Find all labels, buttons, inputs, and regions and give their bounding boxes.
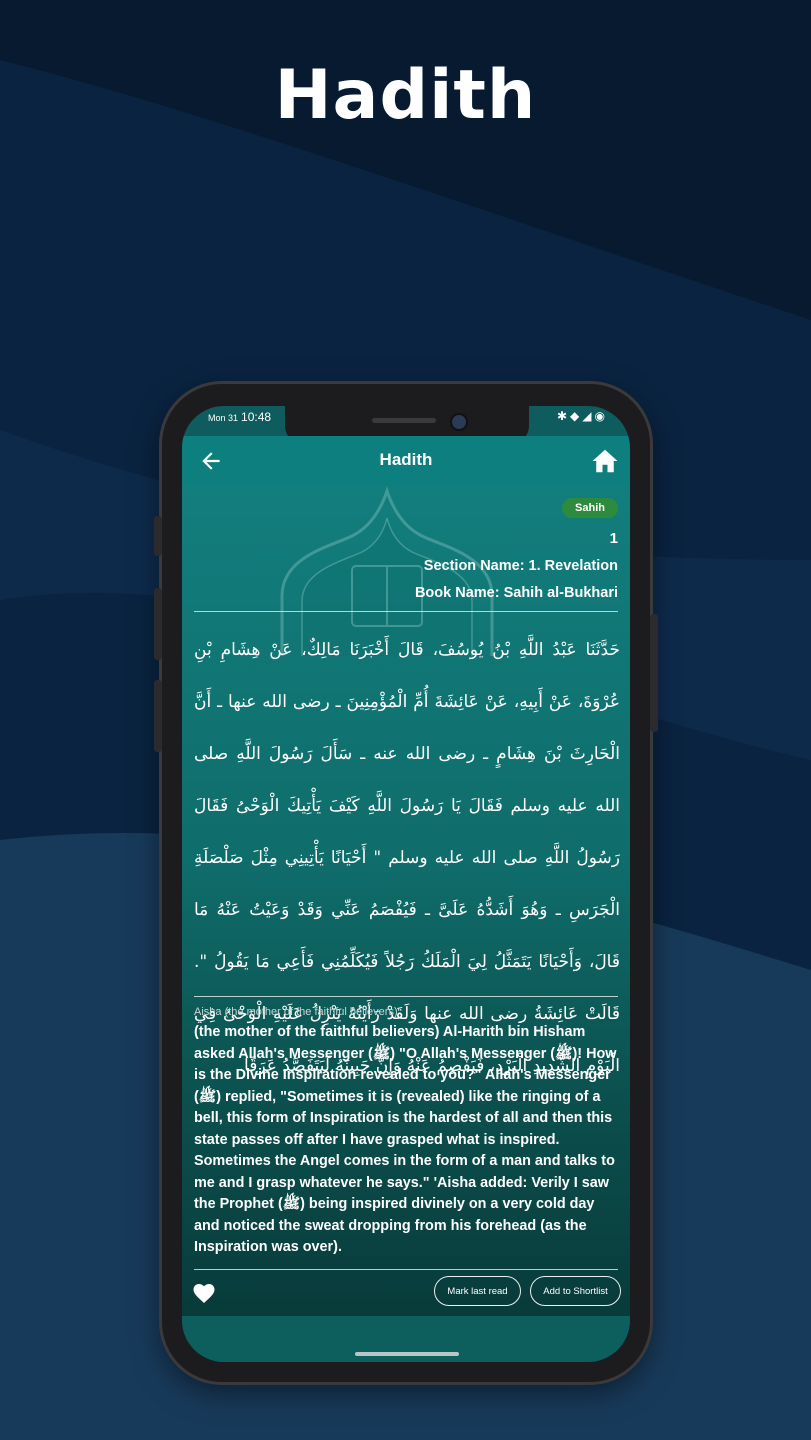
grade-badge: Sahih xyxy=(562,498,618,518)
app-bar-title: Hadith xyxy=(379,450,433,469)
book-name: Book Name: Sahih al-Bukhari xyxy=(414,585,618,601)
phone-frame: Mon 31 10:48 ✱◆◢◉ Hadith Sahih 1 Section… xyxy=(154,384,658,1382)
phone-power-button xyxy=(650,614,658,732)
speaker-grille xyxy=(372,418,436,423)
front-camera xyxy=(450,413,468,431)
add-to-shortlist-button[interactable]: Add to Shortlist xyxy=(530,1276,621,1306)
divider-bottom xyxy=(194,1269,618,1270)
home-icon[interactable] xyxy=(590,446,620,476)
app-bar: Hadith xyxy=(182,436,630,486)
status-time: 10:48 xyxy=(241,410,272,424)
status-day: Mon 31 xyxy=(208,413,239,423)
phone-volume-up xyxy=(154,588,162,660)
status-clock: Mon 31 10:48 xyxy=(208,410,271,424)
home-indicator[interactable] xyxy=(355,1352,459,1356)
hadith-number: 1 xyxy=(609,530,618,547)
mark-last-read-button[interactable]: Mark last read xyxy=(434,1276,521,1306)
wifi-icon: ◆ xyxy=(570,409,583,423)
signal-icon: ◢ xyxy=(582,409,595,423)
divider-top xyxy=(194,611,618,612)
heart-icon[interactable] xyxy=(192,1282,216,1304)
phone-volume-down xyxy=(154,680,162,752)
battery-icon: ◉ xyxy=(594,409,608,423)
status-icons: ✱◆◢◉ xyxy=(557,409,608,423)
phone-side-button xyxy=(154,516,162,556)
section-name: Section Name: 1. Revelation xyxy=(423,558,618,574)
phone-screen: Mon 31 10:48 ✱◆◢◉ Hadith Sahih 1 Section… xyxy=(182,406,630,1362)
narrator-label: Aisha (the mother of the faithful believ… xyxy=(194,1006,398,1018)
settings-icon: ✱ xyxy=(556,409,571,423)
hadith-english-text: (the mother of the faithful believers) A… xyxy=(194,1024,617,1255)
hadith-content[interactable]: Sahih 1 Section Name: 1. Revelation Book… xyxy=(182,486,630,1316)
divider-middle xyxy=(194,996,618,997)
promo-title: Hadith xyxy=(274,56,537,135)
